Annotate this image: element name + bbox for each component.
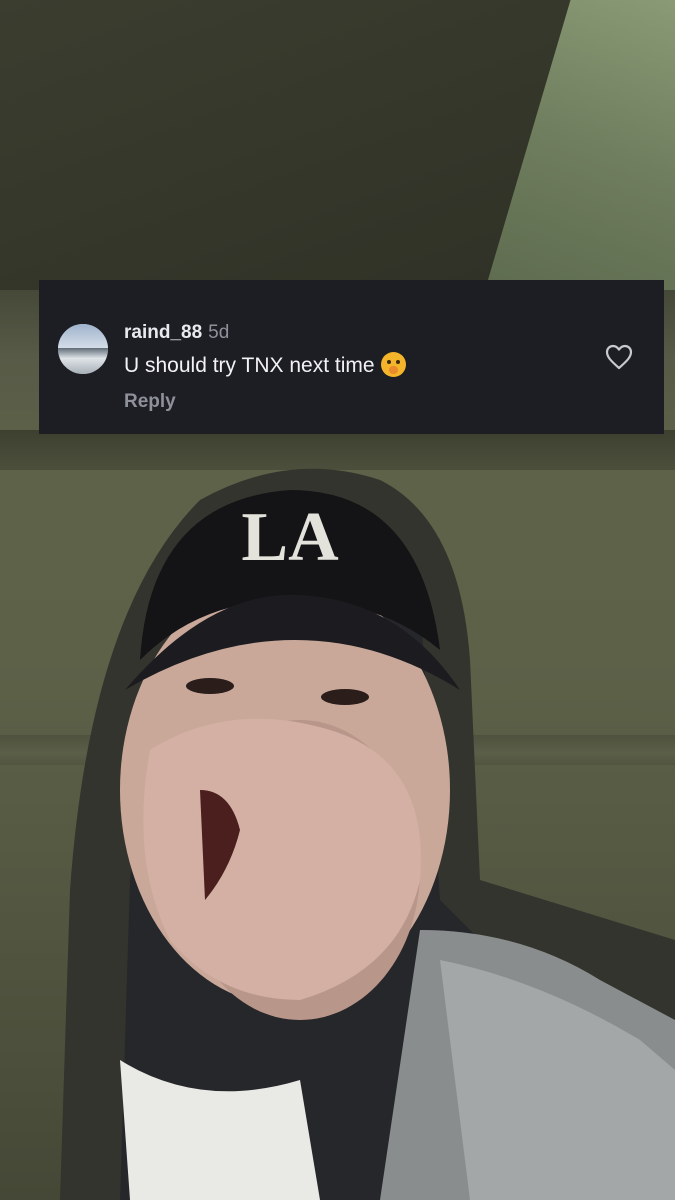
heart-outline-icon[interactable] [605,344,633,370]
comment-text: U should try TNX next time [124,354,375,377]
comment-time: 5d [208,322,230,343]
video-stage[interactable]: LA raind_88 5d U should try TNX next time… [0,0,675,1200]
face-with-hand-over-mouth-emoji [380,352,406,377]
avatar-landscape [58,348,108,374]
comment-card[interactable]: raind_88 5d U should try TNX next time Re… [39,280,664,434]
cap-logo: LA [241,499,339,576]
comment-meta: raind_88 5d [124,322,229,344]
person-in-video: LA [60,468,675,1200]
avatar-sky [58,324,108,348]
comment-username[interactable]: raind_88 [124,322,202,343]
avatar[interactable] [58,324,108,374]
comment-body: U should try TNX next time [124,352,406,378]
reply-button[interactable]: Reply [124,391,176,413]
